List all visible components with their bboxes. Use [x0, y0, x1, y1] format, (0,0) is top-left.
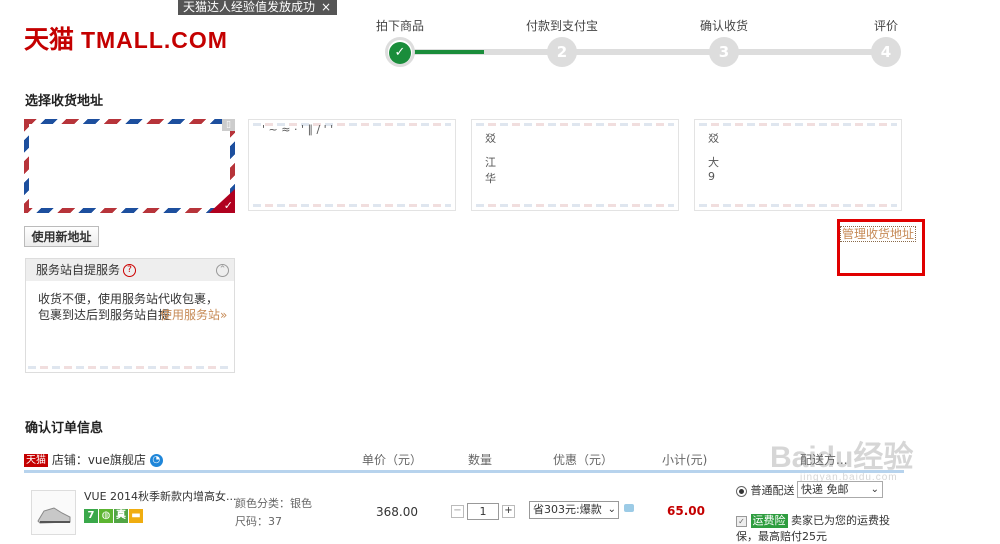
insurance-checkbox[interactable]: ✓: [736, 515, 747, 527]
address-line: 㸚: [485, 132, 496, 145]
service-station-panel: 服务站自提服务? ⌃ 收货不便，使用服务站代收包裹，包裹到达后到服务站自提 使用…: [25, 258, 235, 373]
card-border-bottom: [699, 204, 897, 207]
close-icon[interactable]: ×: [321, 0, 331, 14]
chat-icon[interactable]: ◔: [149, 454, 163, 467]
shipping-label: 普通配送: [750, 484, 795, 497]
notification-toast: 天猫达人经验值发放成功 ×: [178, 0, 338, 15]
insurance-text: 卖家已为您的运费投: [791, 514, 890, 527]
card-border-top: [699, 123, 897, 126]
quantity-stepper: −1 +: [451, 503, 515, 520]
check-icon: ✓: [223, 199, 233, 212]
address-line: 大: [708, 156, 719, 169]
step-3-circle: 3: [709, 37, 739, 67]
chevron-down-icon: ⌄: [607, 504, 616, 515]
shipping-select[interactable]: 快递 免邮 ⌄: [797, 481, 883, 498]
address-line: 9: [708, 170, 715, 183]
logo-cn: 天猫: [24, 26, 75, 54]
edit-icon[interactable]: ▯: [222, 119, 235, 131]
card-pay-icon: ▬: [129, 508, 143, 523]
help-icon[interactable]: ?: [123, 264, 137, 277]
header-divider: [24, 470, 904, 473]
seven-day-return-icon: 7: [84, 508, 98, 523]
chevron-down-icon: ⌄: [870, 484, 879, 495]
service-station-title: 服务站自提服务: [36, 263, 121, 277]
column-qty: 数量: [468, 453, 493, 467]
address-card-body: [29, 124, 230, 208]
address-line: 华: [485, 172, 496, 185]
address-line: ' ~ ≈ · ' ∥ ∕ ' ': [262, 123, 334, 136]
product-size: 尺码：37: [235, 515, 282, 528]
address-card-selected[interactable]: ▯ ✓: [24, 119, 235, 213]
check-icon: ✓: [389, 41, 411, 64]
product-thumbnail[interactable]: [31, 490, 76, 535]
message-icon[interactable]: [624, 504, 634, 512]
step-2-circle: 2: [547, 37, 577, 67]
step-1-label: 拍下商品: [375, 19, 425, 33]
step-4-circle: 4: [871, 37, 901, 67]
step-2-label: 付款到支付宝: [525, 19, 599, 33]
decrease-button[interactable]: −: [451, 505, 464, 518]
authentic-icon: 真: [114, 508, 128, 523]
use-new-address-button[interactable]: 使用新地址: [24, 226, 99, 247]
shipping-radio[interactable]: [736, 485, 747, 497]
shop-name[interactable]: 店铺：vue旗舰店: [52, 453, 146, 467]
card-border-bottom: [253, 204, 451, 207]
insurance-tag: 运费险: [750, 514, 788, 528]
shipping-insurance: ✓ 运费险 卖家已为您的运费投: [736, 512, 890, 528]
address-card-4[interactable]: 㸚 大 9: [694, 119, 902, 211]
guarantee-icon: ◍: [99, 508, 113, 523]
service-icons: 7 ◍ 真 ▬: [84, 508, 144, 523]
column-delivery: 配送方...: [800, 453, 848, 467]
subtotal-value: 65.00: [667, 504, 705, 518]
step-1-circle: ✓: [385, 37, 415, 67]
unit-price: 368.00: [376, 505, 418, 519]
order-section-title: 确认订单信息: [25, 421, 104, 436]
product-color: 颜色分类：银色: [235, 497, 312, 510]
quantity-input[interactable]: 1: [467, 503, 499, 520]
address-line: 江: [485, 156, 496, 169]
use-service-station-link[interactable]: 使用服务站»: [160, 306, 227, 323]
step-4-label: 评价: [873, 19, 899, 33]
card-border-top: [476, 123, 674, 126]
highlight-box: [837, 219, 925, 276]
insurance-text-2: 保，最高赔付25元: [736, 530, 827, 543]
shipping-method[interactable]: 普通配送: [736, 482, 795, 498]
card-border-bottom: [476, 204, 674, 207]
tmall-shop-icon: 天猫: [24, 454, 48, 467]
promotion-value: 省303元:爆款: [533, 503, 602, 516]
step-3-label: 确认收货: [699, 19, 749, 33]
logo-latin: TMALL.COM: [80, 27, 228, 53]
column-discount: 优惠（元）: [553, 453, 614, 467]
toast-text: 天猫达人经验值发放成功: [183, 0, 316, 14]
column-price: 单价（元）: [362, 453, 423, 467]
collapse-icon[interactable]: ⌃: [216, 264, 229, 277]
column-subtotal: 小计(元): [662, 453, 708, 467]
tmall-logo[interactable]: 天猫 TMALL.COM: [24, 20, 228, 56]
product-name[interactable]: VUE 2014秋季新款内增高女...: [84, 488, 237, 504]
address-line: 㸚: [708, 132, 719, 145]
service-station-header[interactable]: 服务站自提服务? ⌃: [26, 259, 234, 281]
address-section-title: 选择收货地址: [25, 94, 104, 109]
address-card-2[interactable]: ' ~ ≈ · ' ∥ ∕ ' ': [248, 119, 456, 211]
shop-row: 天猫 店铺：vue旗舰店 ◔: [24, 451, 163, 468]
promotion-select[interactable]: 省303元:爆款 ⌄: [529, 501, 619, 519]
address-card-3[interactable]: 㸚 江 华: [471, 119, 679, 211]
increase-button[interactable]: +: [502, 505, 515, 518]
shipping-option: 快递 免邮: [801, 483, 849, 496]
panel-border-bottom: [28, 366, 232, 369]
